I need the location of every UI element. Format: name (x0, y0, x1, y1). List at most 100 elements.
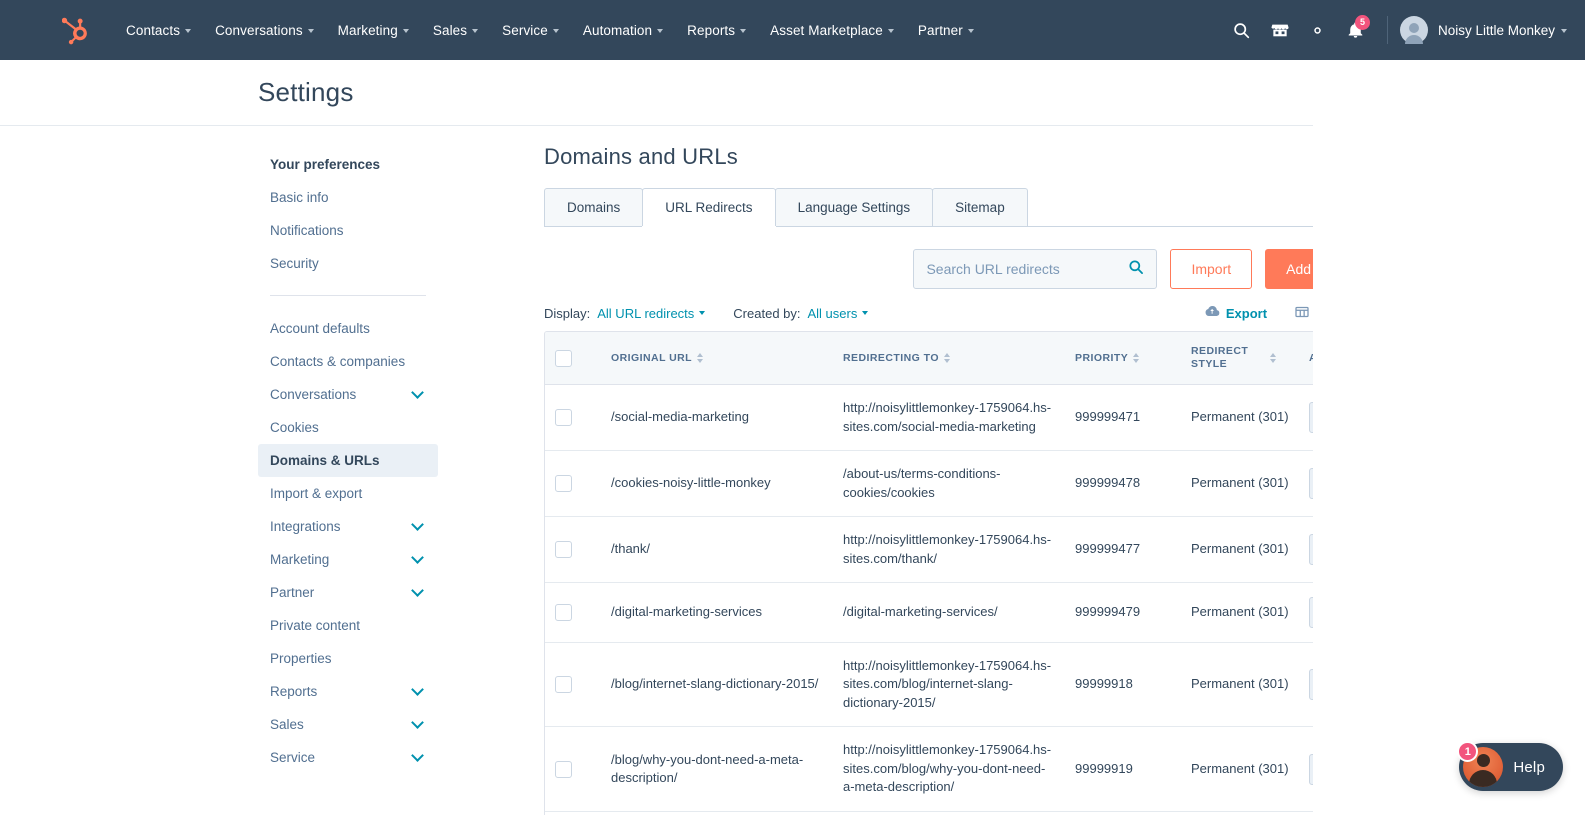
cell-actions: Actions (1299, 727, 1414, 811)
table-row-partial[interactable]: http://noisylittlemonkey- (545, 811, 1414, 815)
avatar[interactable] (1400, 16, 1428, 44)
nav-item-automation[interactable]: Automation (571, 17, 675, 44)
sidebar-item-domains-urls[interactable]: Domains & URLs (258, 444, 438, 477)
row-checkbox[interactable] (555, 475, 572, 492)
sidebar-item-label: Service (270, 750, 315, 765)
sidebar-item-partner[interactable]: Partner (258, 576, 438, 609)
row-actions-button[interactable]: Actions (1309, 402, 1382, 433)
export-button[interactable]: Export (1205, 305, 1267, 321)
column-header-redirect-style[interactable]: REDIRECT STYLE (1181, 332, 1299, 385)
created-by-filter-dropdown[interactable]: All users (808, 306, 869, 321)
nav-item-label: Automation (583, 23, 652, 38)
row-actions-button[interactable]: Actions (1309, 669, 1382, 700)
cell-original-url: /thank/ (601, 517, 833, 583)
sidebar-item-basic-info[interactable]: Basic info (258, 181, 438, 214)
add-url-redirect-label: Add URL redirect (1286, 261, 1393, 277)
column-header-redirecting-to[interactable]: REDIRECTING TO (833, 332, 1065, 385)
sidebar-item-sales[interactable]: Sales (258, 708, 438, 741)
nav-item-reports[interactable]: Reports (675, 17, 758, 44)
table-row[interactable]: /social-media-marketing http://noisylitt… (545, 385, 1414, 451)
row-actions-button[interactable]: Actions (1309, 534, 1382, 565)
table-row[interactable]: /blog/why-you-dont-need-a-meta-descripti… (545, 727, 1414, 811)
toolbar: Import Add URL redirect (544, 249, 1414, 289)
search-url-redirects-box[interactable] (913, 249, 1157, 289)
row-actions-button[interactable]: Actions (1309, 468, 1382, 499)
table-row[interactable]: /blog/internet-slang-dictionary-2015/ ht… (545, 643, 1414, 727)
sidebar-item-your-preferences[interactable]: Your preferences (258, 148, 438, 181)
sidebar-item-private-content[interactable]: Private content (258, 609, 438, 642)
sidebar-item-properties[interactable]: Properties (258, 642, 438, 675)
table-row[interactable]: /cookies-noisy-little-monkey /about-us/t… (545, 451, 1414, 517)
sort-icon[interactable] (944, 353, 950, 363)
tab-language-settings[interactable]: Language Settings (775, 188, 934, 226)
row-actions-label: Actions (1320, 541, 1359, 558)
chevron-down-icon (411, 386, 424, 399)
sidebar-item-service[interactable]: Service (258, 741, 438, 774)
tab-sitemap[interactable]: Sitemap (932, 188, 1028, 226)
sidebar-item-contacts-companies[interactable]: Contacts & companies (258, 345, 438, 378)
nav-item-sales[interactable]: Sales (421, 17, 490, 44)
table-row[interactable]: /digital-marketing-services /digital-mar… (545, 582, 1414, 642)
chevron-down-icon (1365, 683, 1371, 687)
notifications-bell-icon[interactable]: 5 (1337, 11, 1375, 49)
tab-url-redirects[interactable]: URL Redirects (642, 188, 775, 226)
switch-columns-button[interactable]: Switch columns (1295, 306, 1414, 321)
gear-icon[interactable] (1299, 11, 1337, 49)
column-label: ORIGINAL URL (611, 352, 692, 364)
top-navigation-bar: Contacts Conversations Marketing Sales S… (0, 0, 1585, 60)
sidebar-item-cookies[interactable]: Cookies (258, 411, 438, 444)
import-button[interactable]: Import (1170, 249, 1252, 289)
sidebar-item-integrations[interactable]: Integrations (258, 510, 438, 543)
sidebar-item-import-export[interactable]: Import & export (258, 477, 438, 510)
sidebar-item-label: Import & export (270, 486, 362, 501)
sidebar-item-account-defaults[interactable]: Account defaults (258, 312, 438, 345)
sort-icon[interactable] (1270, 353, 1276, 363)
cell-original-url: /digital-marketing-services (601, 582, 833, 642)
row-checkbox[interactable] (555, 409, 572, 426)
table-body: /social-media-marketing http://noisylitt… (545, 385, 1414, 815)
hubspot-sprocket-logo-icon[interactable] (62, 15, 92, 45)
row-checkbox[interactable] (555, 604, 572, 621)
nav-item-partner[interactable]: Partner (906, 17, 986, 44)
search-icon[interactable] (1223, 11, 1261, 49)
sidebar-item-notifications[interactable]: Notifications (258, 214, 438, 247)
sort-icon[interactable] (1133, 353, 1139, 363)
add-url-redirect-button[interactable]: Add URL redirect (1265, 249, 1414, 289)
cell-priority: 999999471 (1065, 385, 1181, 451)
table-row[interactable]: /thank/ http://noisylittlemonkey-1759064… (545, 517, 1414, 583)
nav-item-conversations[interactable]: Conversations (203, 17, 326, 44)
select-all-checkbox[interactable] (555, 350, 572, 367)
row-checkbox[interactable] (555, 541, 572, 558)
sidebar-item-label: Sales (270, 717, 304, 732)
row-checkbox[interactable] (555, 761, 572, 778)
sidebar-item-marketing[interactable]: Marketing (258, 543, 438, 576)
display-filter-dropdown[interactable]: All URL redirects (597, 306, 705, 321)
tab-domains[interactable]: Domains (544, 188, 643, 226)
account-menu[interactable]: Noisy Little Monkey (1438, 23, 1567, 38)
help-widget[interactable]: 1 Help (1459, 743, 1563, 791)
search-icon[interactable] (1128, 259, 1144, 280)
nav-item-contacts[interactable]: Contacts (114, 17, 203, 44)
cell-priority: 99999919 (1065, 727, 1181, 811)
row-actions-button[interactable]: Actions (1309, 597, 1382, 628)
cell-redirect-style: Permanent (301) (1181, 517, 1299, 583)
nav-item-asset-marketplace[interactable]: Asset Marketplace (758, 17, 906, 44)
sort-icon[interactable] (697, 353, 703, 363)
column-header-original-url[interactable]: ORIGINAL URL (601, 332, 833, 385)
tab-label: Language Settings (798, 200, 911, 215)
sidebar-item-conversations[interactable]: Conversations (258, 378, 438, 411)
sidebar-item-reports[interactable]: Reports (258, 675, 438, 708)
nav-divider (1387, 16, 1388, 44)
nav-item-service[interactable]: Service (490, 17, 571, 44)
sidebar-item-label: Cookies (270, 420, 319, 435)
row-actions-button[interactable]: Actions (1309, 754, 1382, 785)
sidebar-item-security[interactable]: Security (258, 247, 438, 280)
search-input[interactable] (926, 261, 1128, 277)
row-checkbox[interactable] (555, 676, 572, 693)
nav-item-marketing[interactable]: Marketing (326, 17, 421, 44)
row-actions-label: Actions (1320, 761, 1359, 778)
chevron-down-icon (1365, 610, 1371, 614)
column-header-priority[interactable]: PRIORITY (1065, 332, 1181, 385)
row-select-cell (545, 385, 601, 451)
marketplace-storefront-icon[interactable] (1261, 11, 1299, 49)
